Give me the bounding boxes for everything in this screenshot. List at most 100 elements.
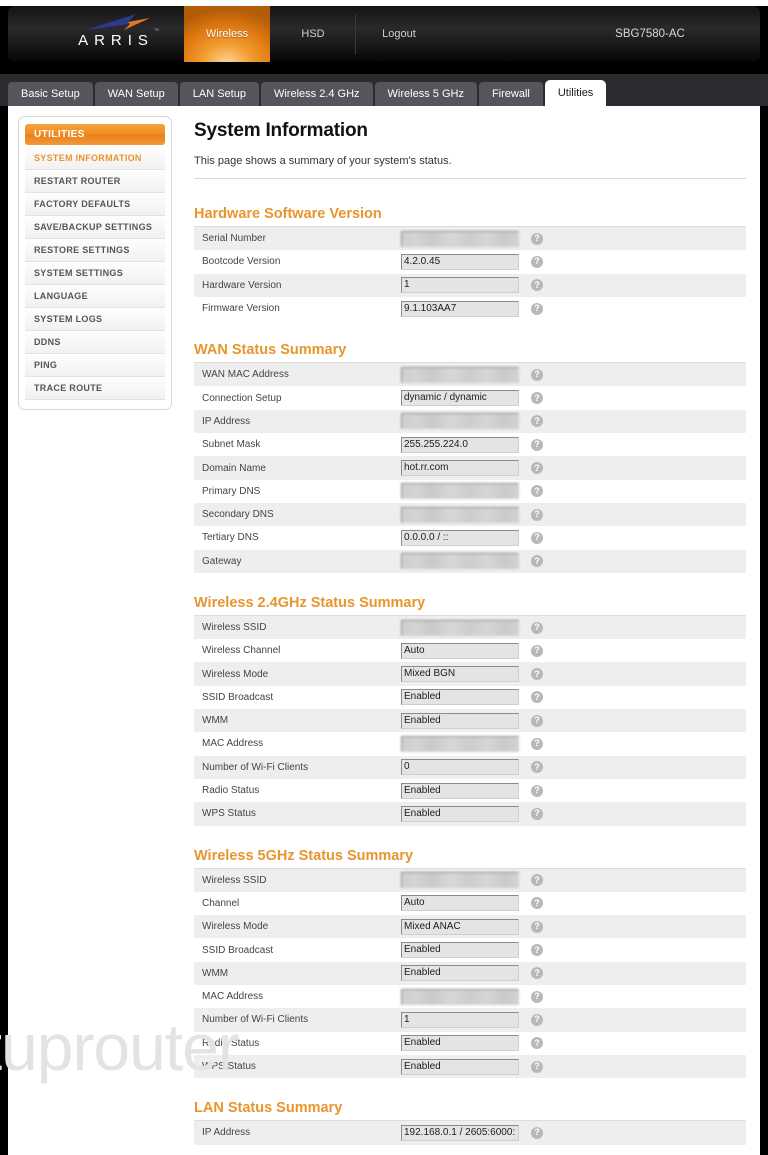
info-row-value-redacted[interactable] [401,506,519,523]
help-icon[interactable]: ? [531,255,543,268]
nav-item-hsd[interactable]: HSD [270,6,356,62]
sidebar: UTILITIES SYSTEM INFORMATION RESTART ROUT… [8,106,180,1155]
info-row: Number of Wi-Fi Clients 0? [194,755,746,779]
info-row-value[interactable]: 1 [401,277,519,294]
sidebar-header: UTILITIES [25,124,165,145]
help-icon[interactable]: ? [531,1037,543,1050]
tab-wan-setup[interactable]: WAN Setup [94,82,178,106]
info-row-value[interactable]: Auto [401,642,519,659]
info-row-value[interactable]: 255.255.224.0 [401,436,519,453]
info-row-value[interactable]: Enabled [401,782,519,799]
sidebar-item-restart-router[interactable]: RESTART ROUTER [25,170,165,193]
info-row-value[interactable]: 192.168.0.1 / 2605:6000: [401,1124,519,1141]
info-row-value[interactable]: Enabled [401,712,519,729]
info-row-label: Domain Name [202,462,266,474]
info-row-value-redacted[interactable] [401,872,519,889]
sidebar-item-ddns[interactable]: DDNS [25,331,165,354]
info-row-value[interactable]: 0.0.0.0 / :: [401,529,519,546]
help-icon[interactable]: ? [531,392,543,405]
info-row-value-redacted[interactable] [401,553,519,570]
help-icon[interactable]: ? [531,920,543,933]
info-row-value[interactable]: Enabled [401,942,519,959]
help-icon[interactable]: ? [531,531,543,544]
help-icon[interactable]: ? [531,714,543,727]
help-icon[interactable]: ? [531,944,543,957]
help-icon[interactable]: ? [531,990,543,1003]
info-row-value-redacted[interactable] [401,413,519,430]
tab-firewall[interactable]: Firewall [478,82,543,106]
tab-utilities[interactable]: Utilities [544,80,607,106]
tab-lan-setup[interactable]: LAN Setup [179,82,259,106]
info-row-label: Subnet Mask [202,439,261,451]
sidebar-item-save-backup-settings[interactable]: SAVE/BACKUP SETTINGS [25,216,165,239]
help-icon[interactable]: ? [531,737,543,750]
sidebar-item-system-settings[interactable]: SYSTEM SETTINGS [25,262,165,285]
info-row-value[interactable]: hot.rr.com [401,460,519,477]
info-row-value[interactable]: 1 [401,1011,519,1028]
info-row-value[interactable]: Auto [401,895,519,912]
info-row-value-redacted[interactable] [401,619,519,636]
help-icon[interactable]: ? [531,967,543,980]
help-icon[interactable]: ? [531,897,543,910]
arris-logo[interactable]: ARRIS ™ [56,11,176,57]
help-icon[interactable]: ? [531,555,543,568]
nav-item-wireless[interactable]: Wireless [184,6,270,62]
tab-basic-setup[interactable]: Basic Setup [8,82,93,106]
info-row-value[interactable]: 9.1.103AA7 [401,300,519,317]
tab-label: LAN Setup [192,88,246,100]
help-icon[interactable]: ? [531,807,543,820]
sidebar-item-language[interactable]: LANGUAGE [25,285,165,308]
sidebar-item-trace-route[interactable]: TRACE ROUTE [25,377,165,400]
tab-label: Utilities [557,87,594,99]
help-icon[interactable]: ? [531,784,543,797]
info-row-value-redacted[interactable] [401,366,519,383]
help-icon[interactable]: ? [531,644,543,657]
info-row-value[interactable]: 0 [401,759,519,776]
help-icon[interactable]: ? [531,1013,543,1026]
help-icon[interactable]: ? [531,232,543,245]
help-icon[interactable]: ? [531,368,543,381]
sidebar-item-system-information[interactable]: SYSTEM INFORMATION [25,147,165,170]
help-icon[interactable]: ? [531,1060,543,1073]
info-row: Primary DNS? [194,479,746,503]
help-icon[interactable]: ? [531,462,543,475]
info-row-label: Wireless Channel [202,645,281,657]
help-icon[interactable]: ? [531,302,543,315]
info-row-value[interactable]: Mixed ANAC [401,918,519,935]
info-row-value[interactable]: dynamic / dynamic [401,390,519,407]
info-row-value[interactable]: 4.2.0.45 [401,253,519,270]
help-icon[interactable]: ? [531,508,543,521]
info-row-value-redacted[interactable] [401,483,519,500]
info-row-label: MAC Address [202,738,264,750]
sidebar-item-ping[interactable]: PING [25,354,165,377]
info-row-value[interactable]: Enabled [401,1058,519,1075]
help-icon[interactable]: ? [531,279,543,292]
tab-wireless-24ghz[interactable]: Wireless 2.4 GHz [260,82,373,106]
info-row-value[interactable]: Enabled [401,1035,519,1052]
sidebar-item-system-logs[interactable]: SYSTEM LOGS [25,308,165,331]
help-icon[interactable]: ? [531,874,543,887]
info-row-label: Hardware Version [202,279,282,291]
help-icon[interactable]: ? [531,761,543,774]
help-icon[interactable]: ? [531,485,543,498]
nav-item-logout[interactable]: Logout [356,6,442,62]
info-row-value-redacted[interactable] [401,735,519,752]
info-row-value[interactable]: Enabled [401,689,519,706]
help-icon[interactable]: ? [531,668,543,681]
help-icon[interactable]: ? [531,621,543,634]
help-icon[interactable]: ? [531,438,543,451]
help-icon[interactable]: ? [531,415,543,428]
help-icon[interactable]: ? [531,1126,543,1139]
info-row-value[interactable]: Enabled [401,805,519,822]
info-row: Subnet Mask 255.255.224.0? [194,433,746,457]
sidebar-item-factory-defaults[interactable]: FACTORY DEFAULTS [25,193,165,216]
sections-container: Hardware Software Version Serial Number? B… [194,206,746,1145]
info-row-value-redacted[interactable] [401,988,519,1005]
help-icon[interactable]: ? [531,691,543,704]
sidebar-item-restore-settings[interactable]: RESTORE SETTINGS [25,239,165,262]
info-row-value-redacted[interactable] [401,230,519,247]
tab-wireless-5ghz[interactable]: Wireless 5 GHz [374,82,477,106]
info-row-value[interactable]: Mixed BGN [401,666,519,683]
info-row-value[interactable]: Enabled [401,965,519,982]
info-row: WMM Enabled? [194,709,746,733]
